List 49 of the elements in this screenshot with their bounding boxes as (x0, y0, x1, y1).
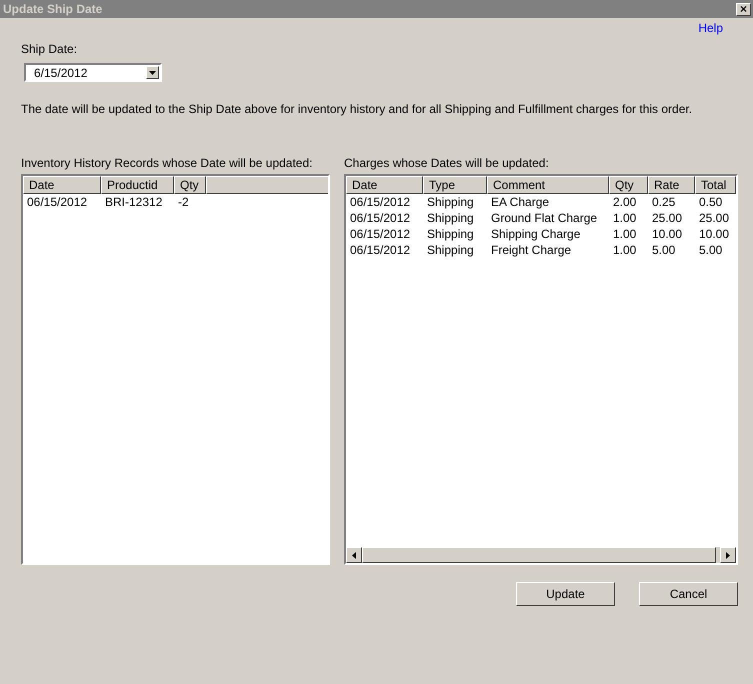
close-button[interactable]: × (736, 2, 751, 16)
column-header[interactable]: Qty (609, 176, 648, 194)
scroll-right-icon[interactable] (720, 547, 736, 563)
description-text: The date will be updated to the Ship Date above for inventory history and for all Shipping and Fulfillment charges for this order. (21, 102, 694, 116)
column-header[interactable]: Date (23, 176, 101, 194)
scroll-left-icon[interactable] (346, 547, 362, 563)
charges-label: Charges whose Dates will be updated: (344, 156, 550, 172)
column-header[interactable]: Qty (174, 176, 206, 194)
table-cell-text: 06/15/2012 (349, 242, 412, 258)
column-header[interactable]: Productid (101, 176, 174, 194)
window-title: Update Ship Date (3, 2, 102, 16)
table-cell-text: 0.50 (698, 194, 724, 210)
table-cell-text: Shipping Charge (490, 226, 582, 242)
ship-date-dropdown[interactable]: 6/15/2012 (24, 63, 162, 82)
horizontal-scrollbar[interactable] (346, 547, 736, 563)
table-cell-text: Ground Flat Charge (490, 210, 598, 226)
table-cell-text: 5.00 (651, 242, 676, 258)
dialog-button[interactable]: Cancel (639, 582, 738, 606)
table-cell-text: BRI-12312 (104, 194, 164, 210)
table-cell-text: 1.00 (612, 210, 638, 226)
column-header[interactable]: Comment (487, 176, 609, 194)
table-cell-text: 25.00 (698, 210, 730, 226)
table-cell-text: Shipping (426, 194, 475, 210)
table-cell-text: -2 (177, 194, 190, 210)
dialog-button[interactable]: Update (516, 582, 615, 606)
inventory-label: Inventory History Records whose Date will be updated: (21, 156, 314, 172)
table-cell-text: 06/15/2012 (349, 226, 412, 242)
table-cell-text: Shipping (426, 210, 475, 226)
column-header[interactable]: Type (423, 176, 487, 194)
column-header[interactable]: Date (346, 176, 423, 194)
table-cell-text: 0.25 (651, 194, 676, 210)
table-cell-text: 1.00 (612, 226, 638, 242)
table-cell-text: 06/15/2012 (349, 194, 412, 210)
table-cell-text: Shipping (426, 242, 475, 258)
column-header[interactable]: Rate (648, 176, 695, 194)
table-cell-text: EA Charge (490, 194, 550, 210)
help-link[interactable]: Help (698, 21, 723, 37)
table-cell-text: 1.00 (612, 242, 638, 258)
table-cell-text: 5.00 (698, 242, 724, 258)
table-cell-text: 06/15/2012 (26, 194, 88, 210)
table-cell-text: 10.00 (698, 226, 730, 242)
ship-date-label: Ship Date: (21, 42, 78, 58)
table-cell-text: 06/15/2012 (349, 210, 412, 226)
table-cell-text: 10.00 (651, 226, 684, 242)
table-cell-text: 25.00 (651, 210, 684, 226)
table-cell-text: 2.00 (612, 194, 638, 210)
column-header[interactable]: Total (695, 176, 736, 194)
table-cell-text: Freight Charge (490, 242, 572, 258)
table-cell-text: Shipping (426, 226, 475, 242)
